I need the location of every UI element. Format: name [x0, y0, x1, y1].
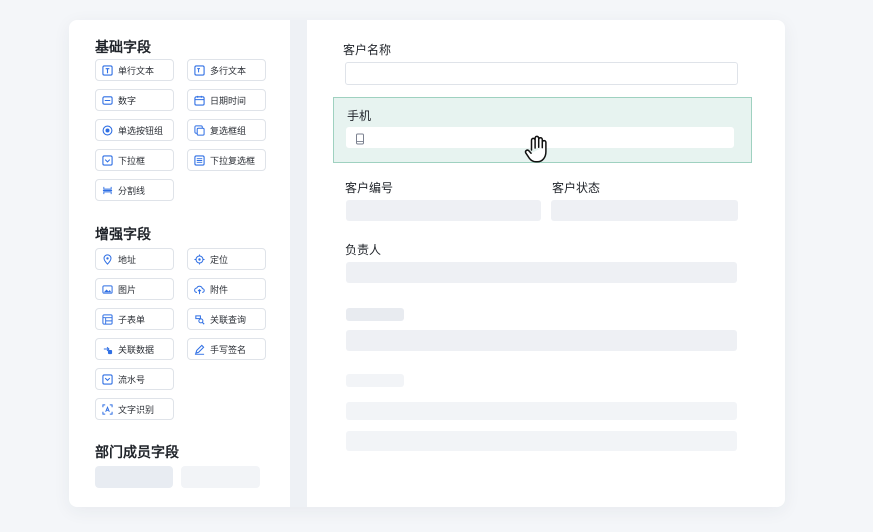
- field-chip-label: 单选按钮组: [118, 125, 164, 136]
- field-chip-image[interactable]: 图片: [95, 278, 174, 300]
- owner-label: 负责人: [345, 243, 382, 257]
- field-chip-label: 关联查询: [210, 314, 247, 325]
- field-chip-label: 多行文本: [210, 65, 247, 76]
- locate-icon: [194, 253, 205, 265]
- field-chip-label: 单行文本: [118, 65, 155, 76]
- field-label-placeholder: [346, 308, 404, 321]
- multi-dropdown-icon: [194, 154, 205, 166]
- field-chip-label: 手写签名: [210, 344, 247, 355]
- field-palette: 基础字段 单行文本 多行文本 数字 日期时间 单选按钮组 复选框组 下拉框 下拉…: [69, 20, 290, 507]
- field-chip-location[interactable]: 定位: [187, 248, 266, 270]
- hand-cursor-icon: [524, 135, 550, 165]
- field-chip-linked-data[interactable]: 关联数据: [95, 338, 174, 360]
- owner-input[interactable]: [346, 262, 737, 283]
- phone-label: 手机: [347, 109, 372, 123]
- calendar-icon: [194, 95, 205, 106]
- field-chip-multi-line-text[interactable]: 多行文本: [187, 59, 266, 81]
- field-input-placeholder: [346, 402, 737, 420]
- dropdown-icon: [102, 154, 113, 166]
- field-chip-handwritten-signature[interactable]: 手写签名: [187, 338, 266, 360]
- field-chip-label: 关联数据: [118, 344, 155, 355]
- field-label-placeholder: [346, 374, 404, 387]
- customer-number-label: 客户编号: [345, 181, 394, 195]
- field-chip-attachment[interactable]: 附件: [187, 278, 266, 300]
- map-pin-icon: [102, 253, 113, 265]
- mobile-phone-icon: [355, 132, 365, 145]
- divider-icon: [102, 185, 113, 196]
- form-builder-card: 基础字段 单行文本 多行文本 数字 日期时间 单选按钮组 复选框组 下拉框 下拉…: [69, 20, 785, 507]
- customer-status-label: 客户状态: [552, 181, 601, 195]
- field-chip-checkbox-group[interactable]: 复选框组: [187, 119, 266, 141]
- field-chip-label: 日期时间: [210, 95, 247, 106]
- field-chip-linked-query[interactable]: 关联查询: [187, 308, 266, 330]
- pen-icon: [194, 344, 205, 355]
- radio-icon: [102, 125, 113, 136]
- field-chip-divider[interactable]: 分割线: [95, 179, 174, 201]
- subform-icon: [102, 313, 113, 325]
- field-chip-datetime[interactable]: 日期时间: [187, 89, 266, 111]
- number-icon: [102, 95, 113, 106]
- field-chip-radio-group[interactable]: 单选按钮组: [95, 119, 174, 141]
- field-chip-label: 附件: [210, 284, 229, 295]
- field-chip-dropdown[interactable]: 下拉框: [95, 149, 174, 171]
- field-input-placeholder: [346, 431, 737, 451]
- enhanced-fields-title: 增强字段: [95, 226, 151, 242]
- field-chip-label: 子表单: [118, 314, 146, 325]
- field-chip-single-line-text[interactable]: 单行文本: [95, 59, 174, 81]
- customer-status-input[interactable]: [551, 200, 738, 221]
- field-chip-label: 地址: [118, 254, 137, 265]
- field-chip-label: 分割线: [118, 185, 146, 196]
- field-chip-number[interactable]: 数字: [95, 89, 174, 111]
- field-input-placeholder: [346, 330, 737, 351]
- serial-icon: [102, 373, 113, 385]
- field-chip-subform[interactable]: 子表单: [95, 308, 174, 330]
- field-chip-text-recognition[interactable]: 文字识别: [95, 398, 174, 420]
- customer-name-label: 客户名称: [343, 43, 392, 57]
- dept-member-fields-title: 部门成员字段: [95, 444, 179, 460]
- field-chip-label: 数字: [118, 95, 137, 106]
- field-chip-label: 定位: [210, 254, 229, 265]
- dept-field-chip-placeholder: [181, 466, 260, 488]
- link-query-icon: [194, 314, 205, 325]
- basic-fields-title: 基础字段: [95, 39, 151, 55]
- cloud-upload-icon: [194, 284, 205, 295]
- checkbox-icon: [194, 124, 205, 136]
- customer-number-input[interactable]: [346, 200, 541, 221]
- field-chip-multi-dropdown[interactable]: 下拉复选框: [187, 149, 266, 171]
- field-chip-label: 流水号: [118, 374, 146, 385]
- link-data-icon: [102, 344, 113, 355]
- field-chip-label: 下拉框: [118, 155, 146, 166]
- dept-field-chip-placeholder: [95, 466, 173, 488]
- text-field-icon: [102, 64, 113, 76]
- image-icon: [102, 284, 113, 295]
- ocr-icon: [102, 403, 113, 415]
- field-chip-address[interactable]: 地址: [95, 248, 174, 270]
- field-chip-label: 下拉复选框: [210, 155, 256, 166]
- field-chip-label: 复选框组: [210, 125, 247, 136]
- field-chip-label: 图片: [118, 284, 137, 295]
- textarea-icon: [194, 64, 205, 76]
- customer-name-input[interactable]: [345, 62, 738, 85]
- field-chip-serial-number[interactable]: 流水号: [95, 368, 174, 390]
- field-chip-label: 文字识别: [118, 404, 155, 415]
